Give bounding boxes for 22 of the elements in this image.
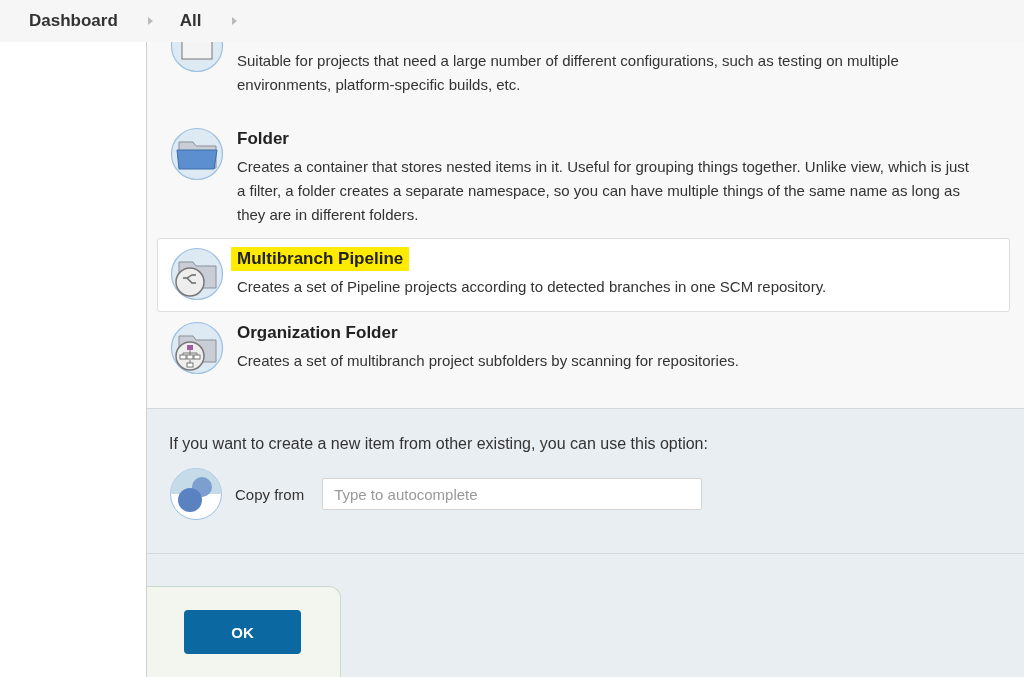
copy-hint-text: If you want to create a new item from other existing, you can use this option:: [169, 435, 709, 453]
item-type-description: Suitable for projects that need a large number of different configurations, such as testing on multiple environments, platform-specific builds, etc.: [237, 51, 900, 95]
copy-from-label: Copy from: [235, 485, 305, 503]
item-type-option[interactable]: Suitable for projects that need a large number of different configurations, such as testing on multiple environments, platform-specific builds, etc.: [157, 42, 1010, 118]
branch-folder-icon: [170, 247, 224, 301]
item-type-description: Creates a set of Pipeline projects according to detected branches in one SCM repository.: [237, 277, 827, 297]
item-type-option[interactable]: Organization Folder Creates a set of multibranch project subfolders by scanning for repositories.: [157, 312, 1010, 386]
folder-icon: [170, 127, 224, 181]
item-type-description: Creates a set of multibranch project subfolders by scanning for repositories.: [237, 351, 739, 371]
copy-from-field[interactable]: Type to autocomplete: [322, 478, 703, 510]
item-type-name: Folder: [236, 128, 290, 150]
spheres-icon: [169, 467, 223, 521]
item-type-description: Creates a container that stores nested items in it. Useful for grouping things together. Unlike view, which is just a filter, a folder creates a separate namespace, so you can have multiple things of the same name as long as they are in different folders.: [237, 157, 971, 225]
chevron-icon: [147, 17, 153, 25]
chevron-icon: [231, 17, 237, 25]
item-type-name: Organization Folder: [236, 322, 399, 344]
breadcrumb-link[interactable]: All: [179, 11, 202, 31]
ok-button[interactable]: OK: [184, 610, 301, 654]
breadcrumb-link[interactable]: Dashboard: [29, 11, 118, 31]
item-type-name: Multibranch Pipeline: [231, 247, 410, 271]
item-type-option[interactable]: Multibranch Pipeline Creates a set of Pipeline projects according to detected branches in one SCM repository.: [157, 238, 1010, 312]
organization-folder-icon: [170, 321, 224, 375]
